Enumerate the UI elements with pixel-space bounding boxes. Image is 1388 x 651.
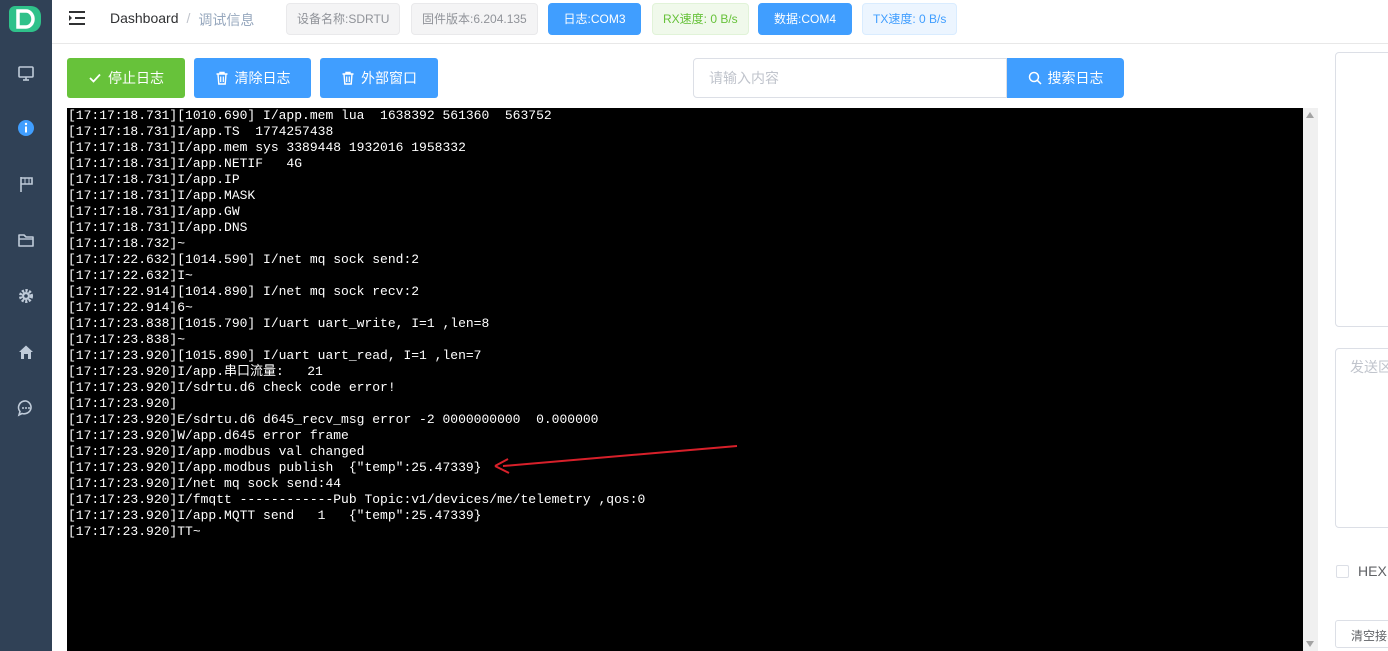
sidebar — [0, 0, 52, 651]
log-line: [17:17:18.731]I/app.GW — [68, 204, 240, 219]
log-line: [17:17:22.914][1014.890] I/net mq sock r… — [68, 284, 420, 299]
log-line: [17:17:18.731][1010.690] I/app.mem lua 1… — [68, 108, 552, 123]
folder-icon[interactable] — [16, 230, 36, 250]
search-log-label: 搜索日志 — [1047, 70, 1104, 86]
log-line: [17:17:23.920]I/net mq sock send:44 — [68, 476, 342, 491]
scroll-down-icon[interactable] — [1306, 641, 1314, 647]
app-logo[interactable] — [9, 4, 41, 34]
firmware-version-tag: 固件版本:6.204.135 — [411, 3, 538, 35]
breadcrumb-current: 调试信息 — [198, 12, 255, 28]
log-port-tag[interactable]: 日志:COM3 — [548, 3, 641, 35]
data-port-tag[interactable]: 数据:COM4 — [758, 3, 852, 35]
gear-icon[interactable] — [16, 286, 36, 306]
receive-area[interactable] — [1335, 52, 1388, 327]
search-icon — [1028, 71, 1042, 85]
log-line: [17:17:18.731]I/app.TS 1774257438 — [68, 124, 334, 139]
log-line: [17:17:23.920]E/sdrtu.d6 d645_recv_msg e… — [68, 412, 599, 427]
external-window-label: 外部窗口 — [361, 70, 417, 86]
console-scrollbar[interactable] — [1303, 108, 1318, 651]
log-line: [17:17:18.731]I/app.NETIF 4G — [68, 156, 303, 171]
log-line: [17:17:18.732]~ — [68, 236, 186, 251]
log-line: [17:17:23.838]~ — [68, 332, 186, 347]
hamburger-menu-icon[interactable] — [68, 9, 86, 27]
log-line: [17:17:18.731]I/app.mem sys 3389448 1932… — [68, 140, 466, 155]
send-area[interactable]: 发送区 — [1335, 348, 1388, 528]
device-name-tag: 设备名称:SDRTU — [286, 3, 401, 35]
search-log-button[interactable]: 搜索日志 — [1007, 58, 1124, 98]
log-line: [17:17:23.920]I/app.modbus publish {"tem… — [68, 460, 482, 475]
log-line: [17:17:23.920]I/app.串口流量: 21 — [68, 364, 323, 379]
log-line: [17:17:22.914]6~ — [68, 300, 193, 315]
log-line: [17:17:22.632]I~ — [68, 268, 193, 283]
hex-checkbox[interactable] — [1336, 565, 1349, 578]
clear-receive-label: 清空接收 — [1351, 629, 1388, 643]
clear-log-label: 清除日志 — [234, 70, 291, 86]
log-console[interactable]: [17:17:18.731][1010.690] I/app.mem lua 1… — [67, 108, 1318, 651]
clear-receive-button[interactable]: 清空接收 — [1335, 620, 1388, 648]
log-line: [17:17:23.920]W/app.d645 error frame — [68, 428, 349, 443]
log-line: [17:17:23.920]I/sdrtu.d6 check code erro… — [68, 380, 396, 395]
log-line: [17:17:18.731]I/app.DNS — [68, 220, 248, 235]
breadcrumb-dashboard[interactable]: Dashboard — [110, 10, 179, 30]
log-line: [17:17:23.920]I/app.modbus val changed — [68, 444, 365, 459]
log-line: [17:17:23.838][1015.790] I/uart uart_wri… — [68, 316, 490, 331]
trash-icon — [216, 71, 227, 85]
log-line: [17:17:23.920]TT~ — [68, 524, 201, 539]
log-line: [17:17:23.920][1015.890] I/uart uart_rea… — [68, 348, 482, 363]
log-line: [17:17:22.632][1014.590] I/net mq sock s… — [68, 252, 420, 267]
log-lines: [17:17:18.731][1010.690] I/app.mem lua 1… — [68, 108, 1303, 651]
external-window-button[interactable]: 外部窗口 — [320, 58, 438, 98]
breadcrumb-separator: / — [186, 10, 191, 26]
log-line: [17:17:23.920] — [68, 396, 178, 411]
log-line: [17:17:23.920]I/fmqtt ------------Pub To… — [68, 492, 646, 507]
breadcrumb: Dashboard / 调试信息 — [110, 10, 254, 30]
stop-log-button[interactable]: 停止日志 — [67, 58, 185, 98]
hex-label: HEX — [1358, 563, 1387, 579]
rx-speed-tag: RX速度: 0 B/s — [652, 3, 749, 35]
log-line: [17:17:23.920]I/app.MQTT send 1 {"temp":… — [68, 508, 482, 523]
monitor-icon[interactable] — [16, 63, 36, 83]
tx-speed-tag: TX速度: 0 B/s — [862, 3, 958, 35]
chat-icon[interactable] — [16, 398, 36, 418]
scroll-up-icon[interactable] — [1306, 112, 1314, 118]
log-line: [17:17:18.731]I/app.IP — [68, 172, 240, 187]
send-area-placeholder: 发送区 — [1350, 359, 1388, 375]
trash-icon — [342, 71, 354, 85]
info-icon[interactable] — [16, 118, 36, 138]
clear-log-button[interactable]: 清除日志 — [194, 58, 311, 98]
search-input[interactable] — [693, 58, 1007, 98]
stop-log-label: 停止日志 — [108, 70, 164, 86]
log-line: [17:17:18.731]I/app.MASK — [68, 188, 256, 203]
top-navbar: Dashboard / 调试信息 设备名称:SDRTU 固件版本:6.204.1… — [52, 0, 1388, 44]
check-icon — [89, 73, 101, 83]
flag-icon[interactable] — [16, 174, 36, 194]
home-icon[interactable] — [16, 342, 36, 362]
